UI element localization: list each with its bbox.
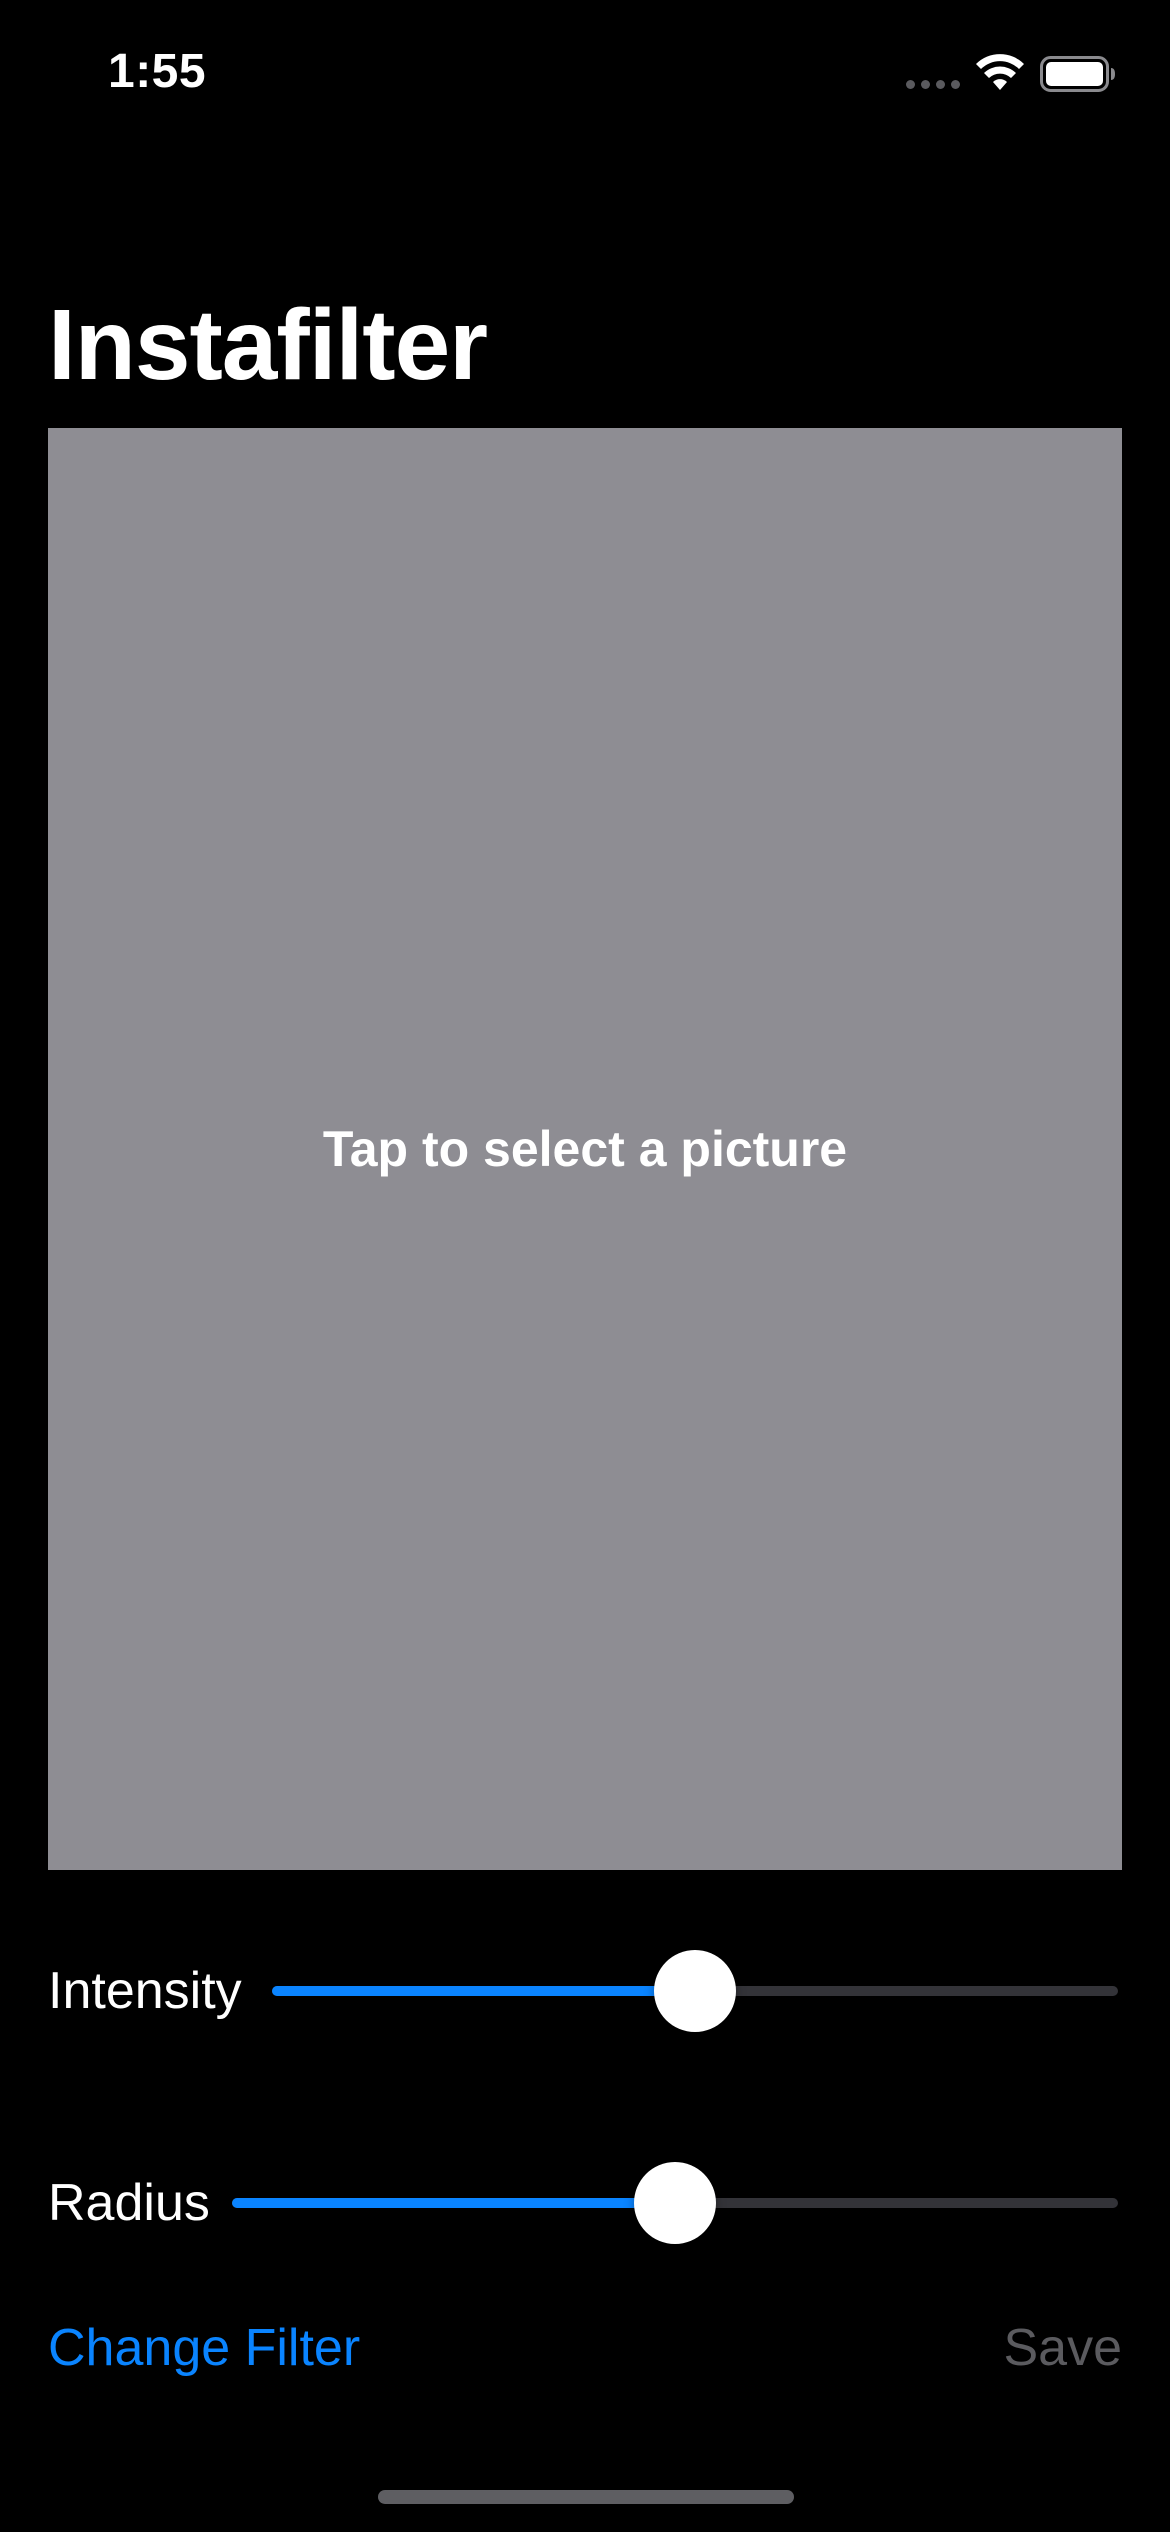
intensity-slider-fill (272, 1986, 695, 1996)
radius-label: Radius (48, 2174, 210, 2232)
wifi-icon (976, 54, 1024, 90)
picture-prompt-label: Tap to select a picture (322, 1121, 848, 1177)
intensity-slider[interactable] (272, 1950, 1118, 2032)
intensity-slider-thumb[interactable] (654, 1950, 736, 2032)
radius-slider-thumb[interactable] (634, 2162, 716, 2244)
intensity-slider-row: Intensity (48, 1946, 1122, 2036)
page-title: Instafilter (48, 289, 488, 401)
radius-slider-row: Radius (48, 2158, 1122, 2248)
intensity-label: Intensity (48, 1962, 242, 2020)
home-indicator (378, 2490, 794, 2504)
radius-slider[interactable] (232, 2162, 1118, 2244)
change-filter-button[interactable]: Change Filter (48, 2318, 360, 2378)
status-time: 1:55 (108, 45, 207, 98)
save-button[interactable]: Save (1003, 2318, 1122, 2378)
radius-slider-fill (232, 2198, 675, 2208)
signal-dots-icon (906, 80, 960, 89)
status-bar: 1:55 (0, 0, 1170, 150)
picture-selector[interactable]: Tap to select a picture (48, 428, 1122, 1870)
battery-icon (1040, 56, 1115, 92)
